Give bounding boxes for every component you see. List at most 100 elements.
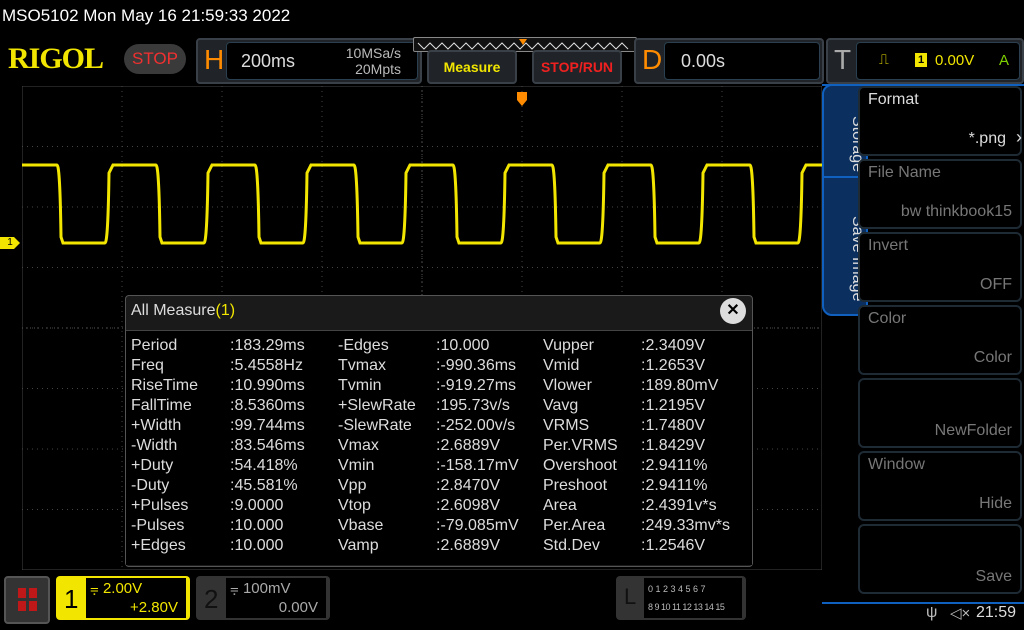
measure-label: Overshoot [543,457,617,474]
ch2-offset: 0.00V [278,599,318,616]
menu-item-save[interactable]: Save [858,524,1022,594]
measure-value: :10.000 [436,337,490,354]
menu-item-newfolder[interactable]: NewFolder [858,378,1022,448]
rigol-logo: RIGOL [8,42,104,75]
measure-label: RiseTime [131,377,198,394]
all-measure-panel: All Measure(1) Period:183.29ms Freq:5.455… [125,295,753,567]
measure-value: :2.9411% [641,477,708,494]
ch1-scale: ⩦ 2.00V [90,580,143,597]
ch1-settings[interactable]: 1 ⩦ 2.00V +2.80V [56,576,190,620]
measure-label: +Width [131,417,182,434]
menu-item-value: OFF [980,276,1012,293]
measure-label: VRMS [543,417,590,434]
measure-value: :9.0000 [230,497,284,514]
measure-value: :1.7480V [641,417,706,434]
ch1-offset: +2.80V [130,599,178,616]
measure-label: Vupper [543,337,594,354]
measure-label: Vamp [338,537,379,554]
measure-label: +Duty [131,457,174,474]
logic-channels-row2: 8 9 10 11 12 13 14 15 [648,602,725,612]
measure-value: :8.5360ms [230,397,305,414]
measure-label: Std.Dev [543,537,600,554]
horizontal-letter: H [204,44,225,75]
measure-value: :45.581% [230,477,298,494]
close-icon[interactable]: ✕ [720,298,746,324]
measure-value: :1.2546V [641,537,706,554]
measure-value: :10.990ms [230,377,305,394]
menu-item-file-name[interactable]: File Name bw thinkbook15 [858,159,1022,229]
measure-label: -Pulses [131,517,185,534]
measure-label: Vtop [338,497,371,514]
trigger-letter: T [834,44,852,75]
measure-value: :183.29ms [230,337,305,354]
measure-value: :249.33mv*s [641,517,730,534]
trigger-control[interactable]: T ⎍ 1 0.00V A [826,38,1024,84]
measure-panel-title: All Measure(1) [131,302,235,320]
clock: 21:59 [976,604,1017,621]
menu-item-value: *.png [968,130,1006,147]
delay-value: 0.00s [681,51,726,71]
logic-letter: L [624,584,637,609]
ch2-scale: ⩦ 100mV [230,580,291,597]
menu-button[interactable] [4,576,50,624]
ch2-settings[interactable]: 2 ⩦ 100mV 0.00V [196,576,330,620]
menu-item-format[interactable]: Format *.png › [858,86,1022,156]
ch2-scale-value: 100mV [242,580,291,597]
measure-label: Vlower [543,377,592,394]
measure-value: :2.6098V [436,497,501,514]
measure-label: Tvmax [338,357,386,374]
menu-item-value: Color [973,349,1012,366]
measure-channel: (1) [215,302,236,319]
grid-menu-icon [18,588,37,611]
delay-letter: D [642,44,663,75]
measure-value: :2.6889V [436,437,501,454]
measure-button[interactable]: Measure [427,50,517,84]
horizontal-control[interactable]: H 200ms 10MSa/s 20Mpts [196,38,422,84]
measure-value: :189.80mV [641,377,719,394]
menu-item-title: Invert [868,237,909,254]
usb-icon: ψ [926,604,938,621]
trigger-mode: A [999,52,1010,69]
measure-value: :10.000 [230,537,284,554]
menu-item-title: File Name [868,164,941,181]
stop-run-button[interactable]: STOP/RUN [532,50,622,84]
measure-label: Vbase [338,517,384,534]
measure-value: :5.4558Hz [230,357,303,374]
menu-item-value: NewFolder [934,422,1012,439]
menu-item-value: Save [975,568,1012,585]
measure-value: :2.3409V [641,337,706,354]
trigger-level: 0.00V [935,52,975,69]
ch1-scale-value: 2.00V [102,580,143,597]
delay-control[interactable]: D 0.00s [634,38,824,84]
menu-item-window[interactable]: Window Hide [858,451,1022,521]
measure-value: :-919.27ms [436,377,517,394]
chevron-right-icon: › [1016,127,1022,147]
measure-label: Freq [131,357,164,374]
measure-value: :2.4391v*s [641,497,717,514]
measure-value: :1.2195V [641,397,706,414]
run-state-badge[interactable]: STOP [124,44,186,74]
menu-item-invert[interactable]: Invert OFF [858,232,1022,302]
measure-label: -SlewRate [338,417,412,434]
measure-value: :195.73v/s [436,397,510,414]
measure-value: :1.8429V [641,437,706,454]
ch1-ground-marker[interactable]: 1 [0,237,20,249]
measure-value: :2.9411% [641,457,708,474]
measure-label: Vpp [338,477,367,494]
menu-item-title: Color [868,310,907,327]
measure-label: Per.Area [543,517,606,534]
speaker-muted-icon[interactable]: ◁× [950,604,970,622]
trigger-position-marker [517,92,527,106]
measure-label: -Width [131,437,178,454]
logic-analyzer-settings[interactable]: L 0 1 2 3 4 5 6 7 8 9 10 11 12 13 14 15 [616,576,746,620]
ch2-number: 2 [204,584,219,614]
measure-label: Vmin [338,457,375,474]
measure-table: Period:183.29ms Freq:5.4558Hz RiseTime:10.… [126,330,752,565]
rising-edge-icon: ⎍ [879,51,889,67]
measure-value: :2.6889V [436,537,501,554]
trigger-source: 1 [915,53,927,67]
menu-item-color[interactable]: Color Color [858,305,1022,375]
measure-label: -Edges [338,337,389,354]
measure-label: Area [543,497,577,514]
measure-value: :54.418% [230,457,298,474]
